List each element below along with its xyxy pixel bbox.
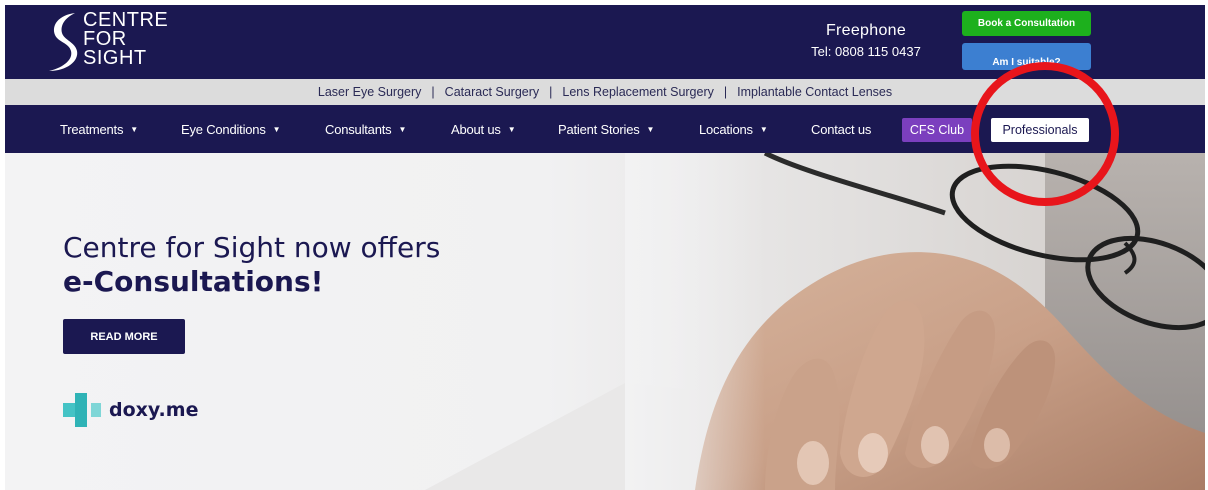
- read-more-button[interactable]: READ MORE: [63, 319, 185, 354]
- toplink-separator: |: [723, 85, 728, 99]
- toplink-cataract-surgery[interactable]: Cataract Surgery: [445, 85, 539, 99]
- toplink-lens-replacement-surgery[interactable]: Lens Replacement Surgery: [562, 85, 713, 99]
- toplink-separator: |: [549, 85, 553, 99]
- toplink-separator: |: [431, 85, 435, 99]
- nav-item-patient-stories[interactable]: Patient Stories ▼: [558, 105, 654, 153]
- hero-title-emphasis: e-Consultations!: [63, 265, 324, 298]
- nav-item-contact-us[interactable]: Contact us: [811, 105, 871, 153]
- nav-item-label: Consultants: [325, 121, 392, 137]
- logo-s-mark-icon: [49, 13, 78, 71]
- freephone-label: Freephone: [825, 22, 907, 39]
- freephone-block: Freephone Tel: 0808 115 0437: [791, 21, 941, 61]
- nav-item-about-us[interactable]: About us ▼: [451, 105, 516, 153]
- nav-cfs-club-button[interactable]: CFS Club: [902, 118, 972, 142]
- hero-title: Centre for Sight now offers: [63, 231, 441, 264]
- chevron-down-icon: ▼: [507, 124, 516, 134]
- doxy-me-logo[interactable]: doxy.me: [63, 393, 198, 427]
- nav-item-locations[interactable]: Locations ▼: [699, 105, 768, 153]
- nav-item-label: Contact us: [811, 121, 872, 137]
- toplink-laser-eye-surgery[interactable]: Laser Eye Surgery: [318, 85, 422, 99]
- doxy-me-cross-icon: [63, 393, 101, 427]
- book-consultation-button[interactable]: Book a Consultation: [962, 11, 1091, 36]
- chevron-down-icon: ▼: [130, 124, 138, 134]
- site-logo[interactable]: CENTRE FOR SIGHT: [45, 9, 185, 75]
- chevron-down-icon: ▼: [272, 124, 281, 134]
- toplink-implantable-contact-lenses[interactable]: Implantable Contact Lenses: [737, 85, 892, 99]
- nav-item-label: Treatments: [60, 121, 124, 137]
- page-frame: CENTRE FOR SIGHT Freephone Tel: 0808 115…: [5, 5, 1205, 490]
- nav-item-label: About us: [451, 121, 501, 137]
- chevron-down-icon: ▼: [759, 124, 768, 134]
- phone-number-link[interactable]: Tel: 0808 115 0437: [791, 43, 941, 61]
- logo-wordmark: CENTRE FOR SIGHT: [83, 10, 168, 69]
- logo-line: SIGHT: [83, 47, 147, 69]
- red-annotation-circle-icon: [971, 62, 1119, 206]
- chevron-down-icon: ▼: [398, 124, 407, 134]
- nav-item-label: Patient Stories: [558, 121, 640, 137]
- doxy-me-wordmark: doxy.me: [109, 399, 199, 421]
- chevron-down-icon: ▼: [646, 124, 655, 134]
- nav-item-consultants[interactable]: Consultants ▼: [325, 105, 406, 153]
- nav-item-treatments[interactable]: Treatments ▼: [60, 105, 138, 153]
- nav-item-label: Eye Conditions: [181, 121, 266, 137]
- nav-item-eye-conditions[interactable]: Eye Conditions ▼: [181, 105, 281, 153]
- nav-item-label: Locations: [699, 121, 753, 137]
